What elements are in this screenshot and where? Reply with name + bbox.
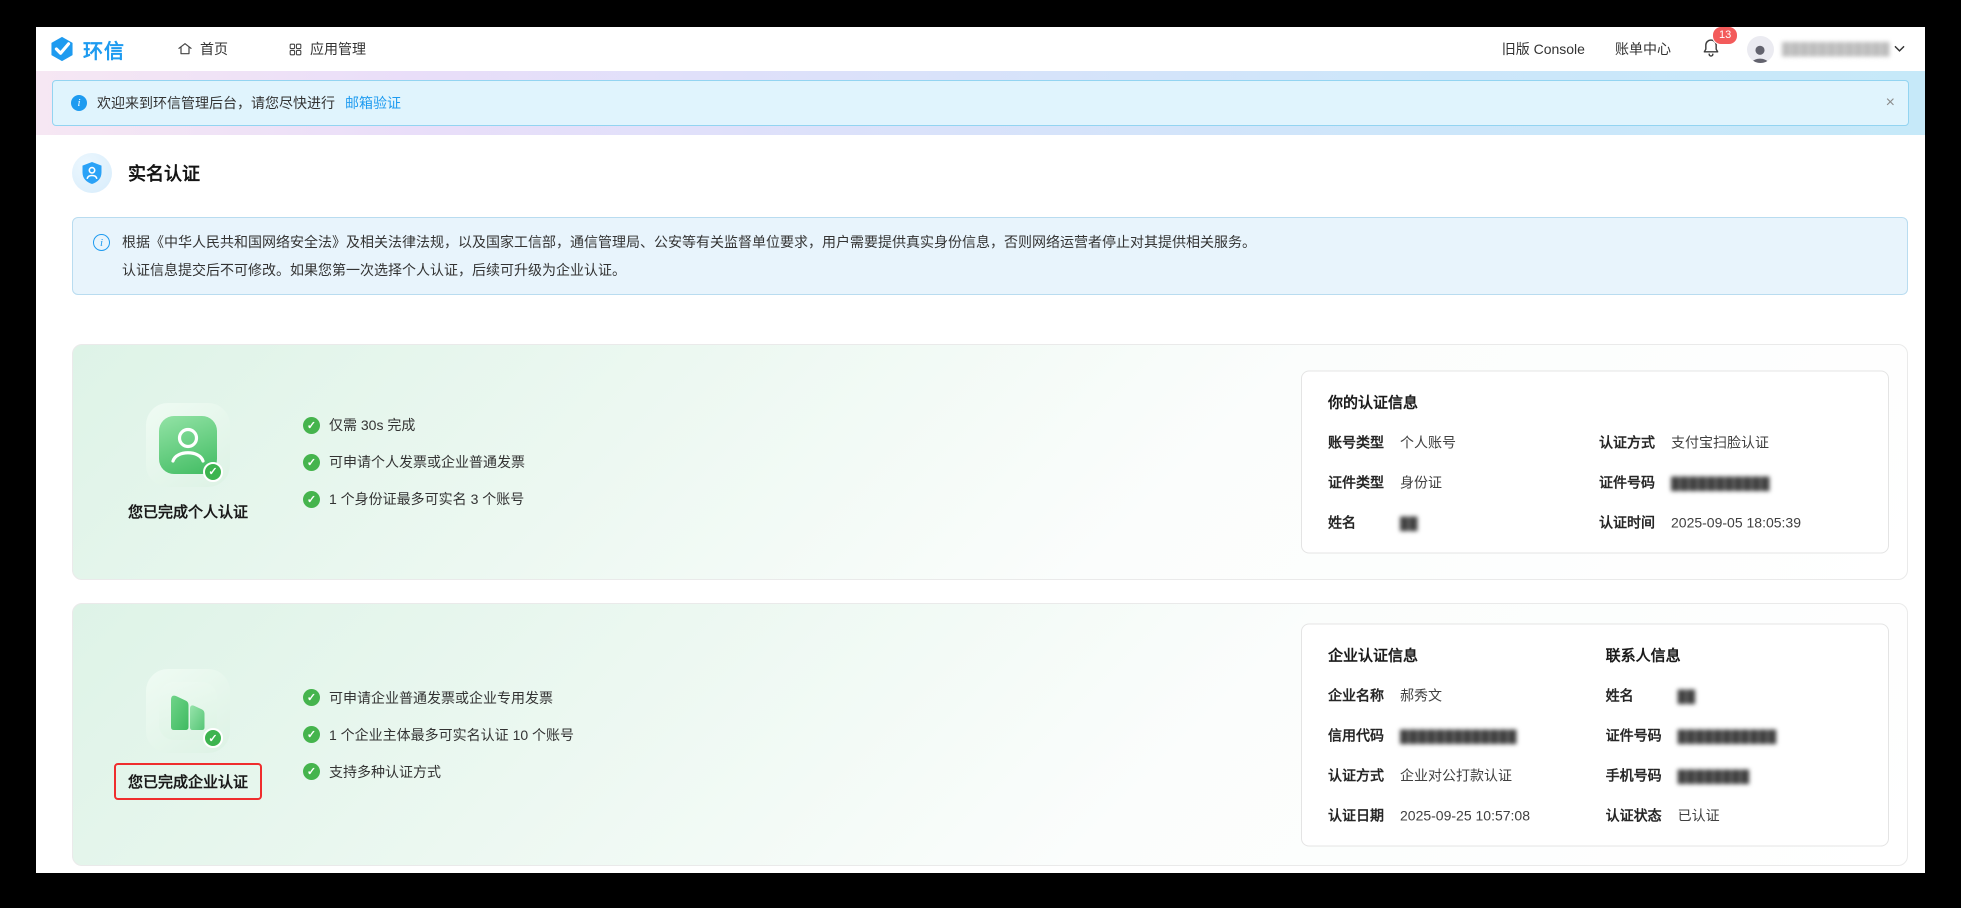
nav-item-app-management[interactable]: 应用管理 bbox=[288, 39, 366, 59]
chevron-down-icon bbox=[1894, 45, 1905, 53]
feature-text: 可申请企业普通发票或企业专用发票 bbox=[329, 688, 553, 708]
enterprise-feature-list: ✓ 可申请企业普通发票或企业专用发票 ✓ 1 个企业主体最多可实名认证 10 个… bbox=[303, 688, 574, 782]
feature-item: ✓ 可申请个人发票或企业普通发票 bbox=[303, 452, 525, 472]
field-contact-id-number: 证件号码 ███████████ bbox=[1606, 725, 1862, 745]
company-info-title: 企业认证信息 bbox=[1328, 644, 1606, 665]
email-verify-link[interactable]: 邮箱验证 bbox=[345, 93, 401, 113]
policy-notice-text: 根据《中华人民共和国网络安全法》及相关法律法规，以及国家工信部，通信管理局、公安… bbox=[122, 228, 1256, 284]
personal-auth-card: ✓ 您已完成个人认证 ✓ 仅需 30s 完成 ✓ 可申请个人发票或企业普通发票 … bbox=[72, 344, 1908, 580]
field-auth-time: 认证时间 2025-09-05 18:05:39 bbox=[1599, 513, 1862, 533]
welcome-banner: i 欢迎来到环信管理后台，请您尽快进行邮箱验证 × bbox=[52, 80, 1909, 126]
user-email-masked: ████████████ bbox=[1782, 42, 1890, 56]
redacted-value: ███████████ bbox=[1678, 729, 1777, 743]
info-filled-icon: i bbox=[71, 95, 87, 111]
field-auth-status: 认证状态 已认证 bbox=[1606, 805, 1862, 825]
enterprise-status-label-highlighted: 您已完成企业认证 bbox=[114, 763, 262, 800]
personal-auth-tile: ✓ bbox=[146, 403, 230, 487]
field-id-type: 证件类型 身份证 bbox=[1328, 473, 1591, 493]
feature-text: 1 个企业主体最多可实名认证 10 个账号 bbox=[329, 725, 574, 745]
redacted-value: ███████████ bbox=[1671, 477, 1770, 491]
grid-icon bbox=[288, 42, 303, 57]
nav-item-home[interactable]: 首页 bbox=[177, 39, 228, 59]
policy-notice-line2: 认证信息提交后不可修改。如果您第一次选择个人认证，后续可升级为企业认证。 bbox=[122, 256, 1256, 284]
app-window: 环信 首页 应用管理 旧版 Console 账单中心 bbox=[36, 27, 1925, 873]
enterprise-auth-tile: ✓ bbox=[146, 669, 230, 753]
check-circle-icon: ✓ bbox=[303, 763, 320, 780]
enterprise-auth-status: ✓ 您已完成企业认证 bbox=[103, 669, 273, 800]
verified-check-badge-icon: ✓ bbox=[203, 728, 223, 748]
field-contact-name: 姓名 ██ bbox=[1606, 685, 1862, 705]
feature-item: ✓ 仅需 30s 完成 bbox=[303, 415, 525, 435]
old-console-link[interactable]: 旧版 Console bbox=[1502, 39, 1585, 59]
feature-text: 仅需 30s 完成 bbox=[329, 415, 415, 435]
field-id-number: 证件号码 ███████████ bbox=[1599, 473, 1862, 493]
brand-name: 环信 bbox=[83, 35, 125, 64]
notification-count-badge: 13 bbox=[1712, 27, 1738, 45]
personal-auth-info-panel: 你的认证信息 账号类型 个人账号 认证方式 支付宝扫脸认证 证件类型 身份证 bbox=[1301, 371, 1889, 554]
feature-item: ✓ 可申请企业普通发票或企业专用发票 bbox=[303, 688, 574, 708]
field-auth-method: 认证方式 企业对公打款认证 bbox=[1328, 765, 1606, 785]
enterprise-auth-card: ✓ 您已完成企业认证 ✓ 可申请企业普通发票或企业专用发票 ✓ 1 个企业主体最… bbox=[72, 603, 1908, 866]
field-name: 姓名 ██ bbox=[1328, 513, 1591, 533]
contact-info-title: 联系人信息 bbox=[1606, 644, 1862, 665]
contact-info-column: 联系人信息 姓名 ██ 证件号码 ███████████ 手机号码 ██████… bbox=[1606, 644, 1862, 825]
feature-item: ✓ 1 个身份证最多可实名 3 个账号 bbox=[303, 489, 525, 509]
page-header: 实名认证 bbox=[72, 153, 1908, 193]
notifications-button[interactable]: 13 bbox=[1701, 37, 1721, 62]
close-icon[interactable]: × bbox=[1886, 94, 1895, 112]
user-menu[interactable]: ████████████ bbox=[1782, 42, 1905, 56]
feature-item: ✓ 1 个企业主体最多可实名认证 10 个账号 bbox=[303, 725, 574, 745]
brand-logo[interactable]: 环信 bbox=[48, 35, 125, 64]
field-auth-method: 认证方式 支付宝扫脸认证 bbox=[1599, 433, 1862, 453]
check-circle-icon: ✓ bbox=[303, 454, 320, 471]
feature-text: 1 个身份证最多可实名 3 个账号 bbox=[329, 489, 524, 509]
field-company-name: 企业名称 郝秀文 bbox=[1328, 685, 1606, 705]
main-nav: 首页 应用管理 bbox=[177, 39, 426, 59]
avatar[interactable] bbox=[1747, 36, 1774, 63]
info-outline-icon: i bbox=[93, 234, 110, 251]
page-title-badge bbox=[72, 153, 112, 193]
personal-feature-list: ✓ 仅需 30s 完成 ✓ 可申请个人发票或企业普通发票 ✓ 1 个身份证最多可… bbox=[303, 415, 525, 509]
billing-center-link[interactable]: 账单中心 bbox=[1615, 39, 1671, 59]
field-contact-phone: 手机号码 ████████ bbox=[1606, 765, 1862, 785]
check-circle-icon: ✓ bbox=[303, 417, 320, 434]
feature-text: 可申请个人发票或企业普通发票 bbox=[329, 452, 525, 472]
top-bar: 环信 首页 应用管理 旧版 Console 账单中心 bbox=[36, 27, 1925, 71]
check-circle-icon: ✓ bbox=[303, 689, 320, 706]
field-credit-code: 信用代码 █████████████ bbox=[1328, 725, 1606, 745]
enterprise-panel-columns: 企业认证信息 企业名称 郝秀文 信用代码 █████████████ 认证方式 … bbox=[1328, 644, 1862, 825]
page-title: 实名认证 bbox=[128, 160, 200, 186]
field-account-type: 账号类型 个人账号 bbox=[1328, 433, 1591, 453]
redacted-value: ██ bbox=[1678, 689, 1696, 703]
banner-text: 欢迎来到环信管理后台，请您尽快进行 bbox=[97, 93, 335, 113]
main-content: 实名认证 i 根据《中华人民共和国网络安全法》及相关法律法规，以及国家工信部，通… bbox=[36, 135, 1925, 866]
redacted-value: █████████████ bbox=[1400, 729, 1517, 743]
shield-user-icon bbox=[81, 161, 103, 185]
check-circle-icon: ✓ bbox=[303, 491, 320, 508]
top-bar-right: 旧版 Console 账单中心 13 ████████████ bbox=[1502, 36, 1905, 63]
home-icon bbox=[177, 41, 193, 57]
enterprise-auth-info-panel: 企业认证信息 企业名称 郝秀文 信用代码 █████████████ 认证方式 … bbox=[1301, 623, 1889, 846]
personal-status-label: 您已完成个人认证 bbox=[128, 501, 248, 522]
hero-gradient-strip: i 欢迎来到环信管理后台，请您尽快进行邮箱验证 × bbox=[36, 71, 1925, 135]
personal-auth-fields: 账号类型 个人账号 认证方式 支付宝扫脸认证 证件类型 身份证 证件号码 ███… bbox=[1328, 433, 1862, 533]
field-auth-date: 认证日期 2025-09-25 10:57:08 bbox=[1328, 805, 1606, 825]
policy-notice-line1: 根据《中华人民共和国网络安全法》及相关法律法规，以及国家工信部，通信管理局、公安… bbox=[122, 228, 1256, 256]
panel-title: 你的认证信息 bbox=[1328, 392, 1862, 413]
verified-check-badge-icon: ✓ bbox=[203, 462, 223, 482]
user-silhouette-icon bbox=[1749, 43, 1771, 63]
personal-auth-status: ✓ 您已完成个人认证 bbox=[103, 403, 273, 522]
redacted-value: ██ bbox=[1400, 517, 1418, 531]
easemob-hexagon-icon bbox=[48, 35, 76, 63]
company-info-column: 企业认证信息 企业名称 郝秀文 信用代码 █████████████ 认证方式 … bbox=[1328, 644, 1606, 825]
feature-text: 支持多种认证方式 bbox=[329, 762, 441, 782]
check-circle-icon: ✓ bbox=[303, 726, 320, 743]
feature-item: ✓ 支持多种认证方式 bbox=[303, 762, 574, 782]
policy-notice-box: i 根据《中华人民共和国网络安全法》及相关法律法规，以及国家工信部，通信管理局、… bbox=[72, 217, 1908, 295]
nav-app-management-label: 应用管理 bbox=[310, 39, 366, 59]
redacted-value: ████████ bbox=[1678, 769, 1750, 783]
nav-home-label: 首页 bbox=[200, 39, 228, 59]
